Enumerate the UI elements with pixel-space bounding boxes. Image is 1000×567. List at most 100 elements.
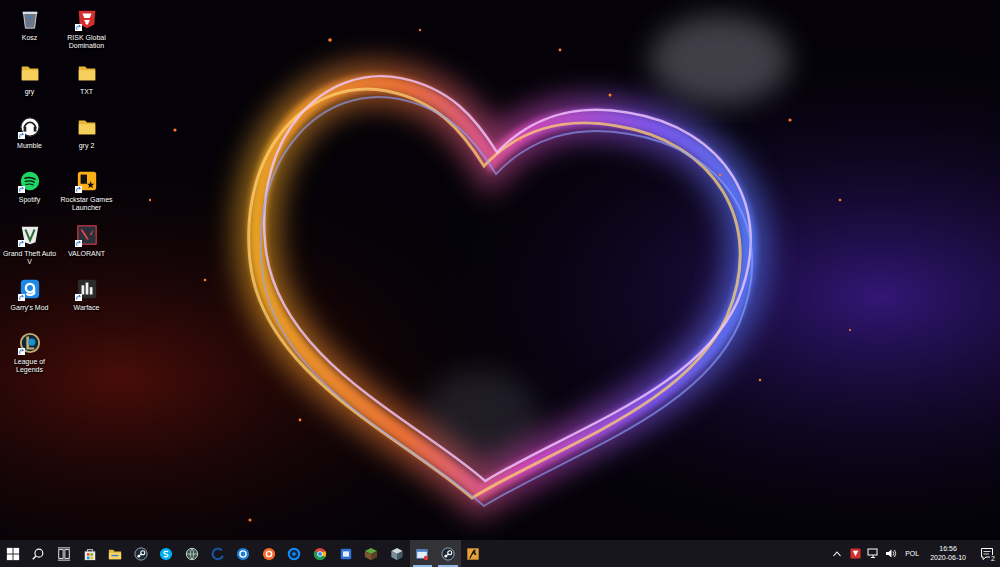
taskbar-app[interactable] xyxy=(154,540,180,567)
taskbar-app[interactable] xyxy=(128,540,154,567)
desktop-icon[interactable]: Mumble xyxy=(1,112,58,166)
shortcut-arrow-icon xyxy=(18,294,25,301)
folder-icon xyxy=(19,62,41,84)
desktop-icon[interactable]: VALORANT xyxy=(58,220,115,274)
spark xyxy=(204,279,207,282)
icon-label: Grand Theft Auto V xyxy=(2,250,58,267)
taskbar-app[interactable] xyxy=(179,540,205,567)
system-tray: POL 16:562020-06-10 2 xyxy=(831,540,1000,567)
action-center[interactable]: 2 xyxy=(979,546,995,562)
icon-image xyxy=(75,115,99,139)
icon-label: Garry's Mod xyxy=(11,304,49,312)
taskbar-app[interactable] xyxy=(256,540,282,567)
desktop-icon[interactable]: gry xyxy=(1,58,58,112)
icon-image xyxy=(75,61,99,85)
wallpaper xyxy=(0,0,1000,540)
taskbar-app[interactable] xyxy=(230,540,256,567)
taskbar-app[interactable] xyxy=(461,540,487,567)
desktop-icon[interactable]: Grand Theft Auto V xyxy=(1,220,58,274)
icon-image xyxy=(75,223,99,247)
shortcut-arrow-icon xyxy=(18,186,25,193)
spark xyxy=(519,139,522,142)
spark xyxy=(788,118,791,121)
language-indicator[interactable]: POL xyxy=(903,550,921,557)
cs-icon xyxy=(466,547,480,561)
tray-volume[interactable] xyxy=(885,548,897,560)
spark xyxy=(249,519,252,522)
icon-image xyxy=(18,331,42,355)
app-icon xyxy=(850,548,861,559)
task-view-icon xyxy=(57,547,71,561)
battlenet-icon xyxy=(287,547,301,561)
taskbar-app[interactable] xyxy=(77,540,103,567)
explorer-icon xyxy=(108,547,122,561)
chrome-icon xyxy=(313,547,327,561)
spark xyxy=(849,329,851,331)
running-indicator xyxy=(413,565,433,567)
icon-image xyxy=(75,169,99,193)
uplay-icon xyxy=(236,547,250,561)
network-icon xyxy=(867,548,879,559)
folder-icon xyxy=(76,62,98,84)
folder-icon xyxy=(76,116,98,138)
icon-image xyxy=(18,223,42,247)
spark xyxy=(173,128,176,131)
speaker-icon xyxy=(885,548,897,559)
taskbar-app[interactable] xyxy=(410,540,436,567)
desktop-icons: KoszRISK Global DominationgryTXT Mumble gr… xyxy=(0,0,115,382)
window-icon xyxy=(415,547,429,561)
desktop-icon[interactable]: TXT xyxy=(58,58,115,112)
taskbar-app[interactable] xyxy=(307,540,333,567)
taskbar-app[interactable] xyxy=(358,540,384,567)
taskbar-app[interactable] xyxy=(282,540,308,567)
shortcut-arrow-icon xyxy=(18,132,25,139)
desktop-icon[interactable]: gry 2 xyxy=(58,112,115,166)
minecraft-icon xyxy=(364,547,378,561)
start-icon xyxy=(6,547,20,561)
search-button[interactable] xyxy=(26,540,52,567)
desktop-icon[interactable]: Warface xyxy=(58,274,115,328)
search-icon xyxy=(31,547,45,561)
desktop-icon[interactable]: Spotify xyxy=(1,166,58,220)
spark xyxy=(419,29,421,31)
icon-image xyxy=(75,7,99,31)
taskbar-app[interactable] xyxy=(435,540,461,567)
icon-image xyxy=(18,115,42,139)
taskbar-app[interactable] xyxy=(384,540,410,567)
running-indicator xyxy=(438,565,458,567)
screen: KoszRISK Global DominationgryTXT Mumble gr… xyxy=(0,0,1000,567)
clock-date: 2020-06-10 xyxy=(930,554,966,563)
cube-icon xyxy=(390,547,404,561)
desktop-icon[interactable]: RISK Global Domination xyxy=(58,4,115,58)
icon-label: Warface xyxy=(74,304,100,312)
clock[interactable]: 16:562020-06-10 xyxy=(927,545,969,563)
app-icon xyxy=(339,547,353,561)
tray-expand[interactable] xyxy=(831,548,843,560)
desktop-icon[interactable]: Kosz xyxy=(1,4,58,58)
taskbar-app[interactable] xyxy=(102,540,128,567)
recycle-bin-icon xyxy=(19,8,41,30)
icon-image xyxy=(18,7,42,31)
desktop-icon[interactable]: League of Legends xyxy=(1,328,58,382)
icon-image xyxy=(18,277,42,301)
desktop-icon[interactable]: Rockstar Games Launcher xyxy=(58,166,115,220)
icon-image xyxy=(75,277,99,301)
clock-time: 16:56 xyxy=(939,545,957,554)
globe-icon xyxy=(185,547,199,561)
spark xyxy=(299,419,302,422)
taskbar-app[interactable] xyxy=(205,540,231,567)
tray-network[interactable] xyxy=(867,548,879,560)
taskbar-app[interactable] xyxy=(333,540,359,567)
tray-app[interactable] xyxy=(849,548,861,560)
start-button[interactable] xyxy=(0,540,26,567)
icon-label: RISK Global Domination xyxy=(59,34,115,51)
chevron-up-icon xyxy=(832,549,842,559)
desktop-icon[interactable]: Garry's Mod xyxy=(1,274,58,328)
shortcut-arrow-icon xyxy=(18,240,25,247)
edge-icon xyxy=(211,547,225,561)
shortcut-arrow-icon xyxy=(75,24,82,31)
icon-label: Mumble xyxy=(17,142,42,150)
task-view-button[interactable] xyxy=(51,540,77,567)
icon-label: gry 2 xyxy=(79,142,95,150)
icon-image xyxy=(18,61,42,85)
